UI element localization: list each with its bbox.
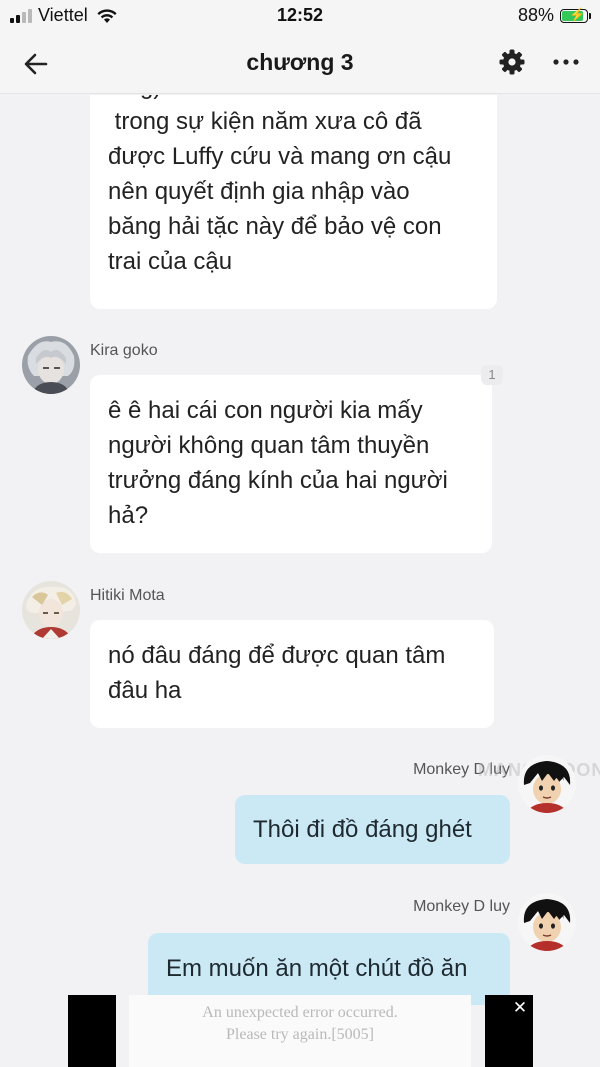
avatar[interactable]	[518, 755, 576, 813]
chat-area[interactable]: lung) trong sự kiện năm xưa cô đã được L…	[0, 95, 600, 1067]
clock: 12:52	[276, 5, 324, 25]
avatar[interactable]	[22, 581, 80, 639]
comment-count-badge[interactable]: 1	[481, 365, 503, 385]
sender-name: Hitiki Mota	[90, 587, 165, 604]
ad-error-line: Please try again.[5005]	[226, 1026, 374, 1043]
more-icon[interactable]	[550, 48, 582, 76]
avatar[interactable]	[22, 336, 80, 394]
gear-icon[interactable]	[498, 48, 526, 76]
message-line: lung)	[108, 95, 479, 104]
battery-percent: 88%	[517, 5, 554, 25]
message-line: ê ê hai cái con người kia mấy	[108, 397, 423, 424]
nav-bar: chương 3	[0, 34, 600, 94]
ad-error-message: An unexpected error occurred. Please try…	[129, 1002, 471, 1046]
ad-error-line: An unexpected error occurred.	[202, 1004, 398, 1021]
message-line: đâu ha	[108, 677, 182, 704]
status-bar: Viettel 12:52 88% ⚡	[0, 0, 600, 34]
message-line: trưởng đáng kính của hai người	[108, 467, 448, 494]
message-line: nó đâu đáng để được quan tâm	[108, 642, 446, 669]
message-line: nên quyết định gia nhập vào	[108, 178, 410, 205]
message-line: băng hải tặc này để bảo vệ con	[108, 213, 442, 240]
charging-bolt-icon: ⚡	[569, 6, 586, 22]
ad-left-bar	[68, 995, 116, 1067]
battery-icon: ⚡	[560, 6, 591, 23]
message-line: hả?	[108, 502, 149, 529]
message-bubble[interactable]: nó đâu đáng để được quan tâm đâu ha	[90, 620, 494, 728]
message-line: trai của cậu	[108, 248, 233, 275]
message-line: được Luffy cứu và mang ơn cậu	[108, 143, 452, 170]
avatar[interactable]	[518, 893, 576, 951]
sender-name: Kira goko	[90, 342, 158, 359]
message-bubble[interactable]: ê ê hai cái con người kia mấy người khôn…	[90, 375, 492, 553]
message-bubble[interactable]: Thôi đi đồ đáng ghét	[235, 795, 510, 864]
message-line: trong sự kiện năm xưa cô đã	[108, 108, 422, 135]
message-bubble: lung) trong sự kiện năm xưa cô đã được L…	[90, 95, 497, 309]
close-icon[interactable]: ✕	[508, 996, 532, 1020]
sender-name: Monkey D luy	[413, 898, 510, 915]
message-line: người không quan tâm thuyền	[108, 432, 430, 459]
